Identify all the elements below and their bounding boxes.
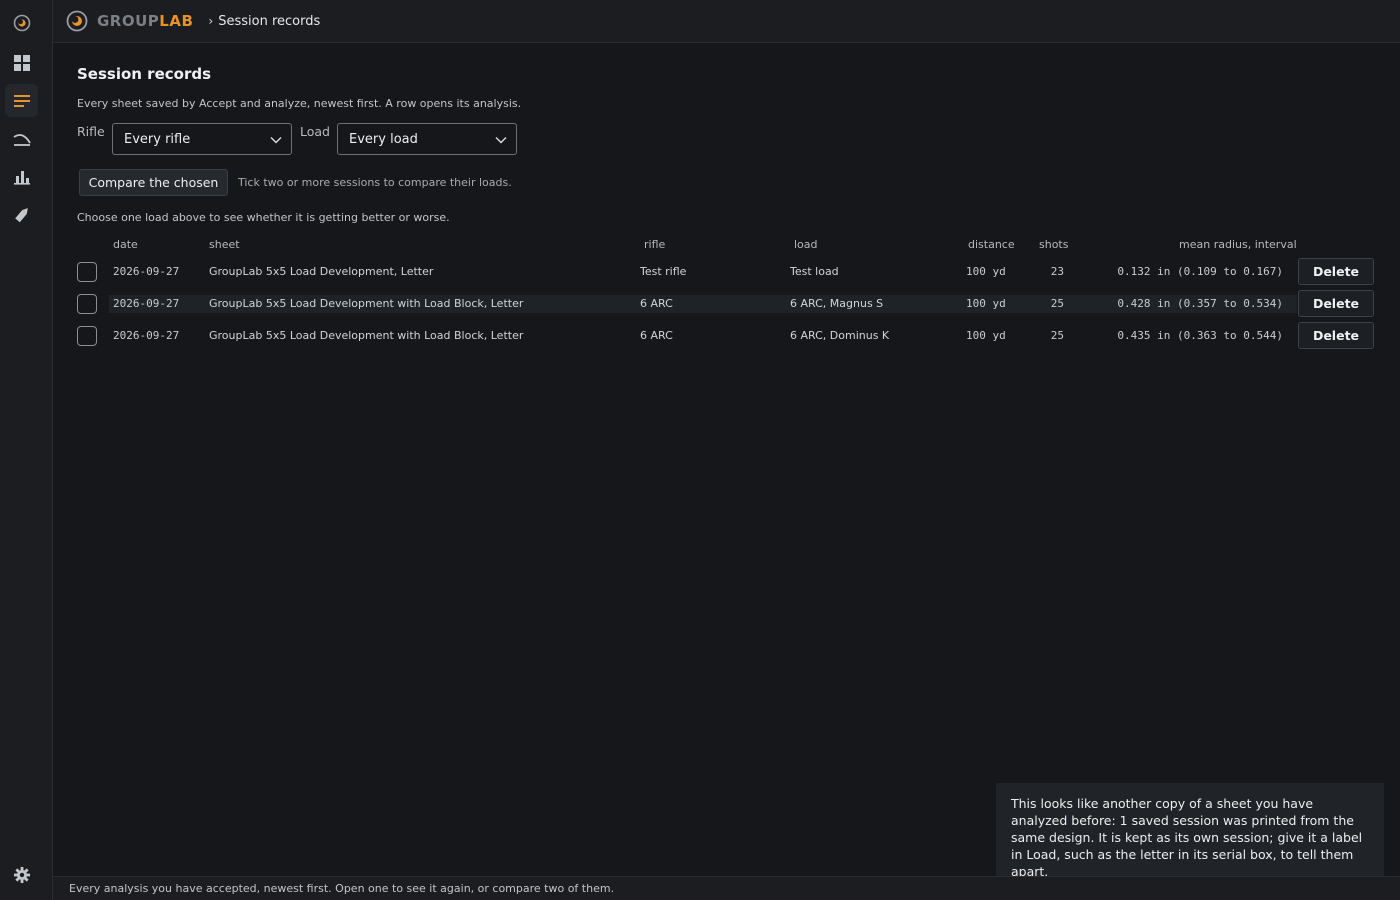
cell-rifle: 6 ARC [640,297,673,310]
cell-shots: 23 [1050,265,1064,278]
load-select[interactable]: Every load [337,123,517,155]
column-header-shots[interactable]: shots [1039,238,1068,251]
trajectory-icon[interactable] [5,122,38,155]
cell-rifle: 6 ARC [640,329,673,342]
main-content: Session records Every sheet saved by Acc… [53,43,1400,876]
cartridge-icon[interactable] [5,198,38,231]
cell-load: Test load [790,265,839,278]
table-row[interactable]: 2026-09-27 GroupLab 5x5 Load Development… [53,288,1400,320]
delete-button[interactable]: Delete [1298,290,1374,317]
load-filter-label: Load [300,124,330,139]
page-title: Session records [77,65,212,83]
chevron-down-icon [270,136,282,144]
cell-sheet: GroupLab 5x5 Load Development with Load … [209,297,524,310]
logo-icon[interactable] [5,6,38,39]
column-header-rifle[interactable]: rifle [644,238,665,251]
cell-rifle: Test rifle [640,265,687,278]
load-select-value: Every load [349,131,418,147]
sidebar [0,0,53,900]
cell-date: 2026-09-27 [113,265,180,278]
row-checkbox[interactable] [77,294,97,314]
column-header-load[interactable]: load [794,238,818,251]
breadcrumb: Session records [218,13,321,29]
cell-date: 2026-09-27 [113,297,180,310]
status-bar: Every analysis you have accepted, newest… [53,876,1400,900]
row-checkbox[interactable] [77,262,97,282]
compare-chosen-button[interactable]: Compare the chosen [79,169,228,196]
column-header-sheet[interactable]: sheet [209,238,240,251]
rifle-filter-label: Rifle [77,124,105,139]
status-text: Every analysis you have accepted, newest… [69,882,615,895]
delete-button[interactable]: Delete [1298,258,1374,285]
cell-distance: 100 yd [966,297,1006,310]
trend-hint: Choose one load above to see whether it … [77,211,450,224]
cell-mean-radius: 0.428 in (0.357 to 0.534) [1117,297,1283,310]
page-subtitle: Every sheet saved by Accept and analyze,… [77,97,522,110]
gear-icon[interactable] [5,858,38,891]
table-row[interactable]: 2026-09-27 GroupLab 5x5 Load Development… [53,256,1400,288]
cell-distance: 100 yd [966,265,1006,278]
top-bar: GROUPLAB › Session records [53,0,1400,43]
dashboard-icon[interactable] [5,46,38,79]
cell-sheet: GroupLab 5x5 Load Development with Load … [209,329,524,342]
cell-sheet: GroupLab 5x5 Load Development, Letter [209,265,434,278]
duplicate-sheet-toast: This looks like another copy of a sheet … [996,783,1384,879]
cell-distance: 100 yd [966,329,1006,342]
cell-mean-radius: 0.435 in (0.363 to 0.544) [1117,329,1283,342]
cell-load: 6 ARC, Magnus S [790,297,884,310]
cell-shots: 25 [1050,297,1064,310]
delete-button[interactable]: Delete [1298,322,1374,349]
list-icon[interactable] [5,84,38,117]
rifle-select[interactable]: Every rifle [112,123,292,155]
cell-shots: 25 [1050,329,1064,342]
compare-hint: Tick two or more sessions to compare the… [238,176,512,189]
chevron-down-icon [495,136,507,144]
rifle-select-value: Every rifle [124,131,191,147]
row-checkbox[interactable] [77,326,97,346]
cell-mean-radius: 0.132 in (0.109 to 0.167) [1117,265,1283,278]
cell-date: 2026-09-27 [113,329,180,342]
brand-logo-icon [66,10,88,32]
brand-name[interactable]: GROUPLAB [97,12,193,30]
table-row[interactable]: 2026-09-27 GroupLab 5x5 Load Development… [53,320,1400,352]
column-header-mean-radius[interactable]: mean radius, interval [1179,238,1297,251]
column-header-distance[interactable]: distance [968,238,1015,251]
chart-icon[interactable] [5,160,38,193]
breadcrumb-separator: › [208,14,214,28]
cell-load: 6 ARC, Dominus K [790,329,890,342]
column-header-date[interactable]: date [113,238,138,251]
